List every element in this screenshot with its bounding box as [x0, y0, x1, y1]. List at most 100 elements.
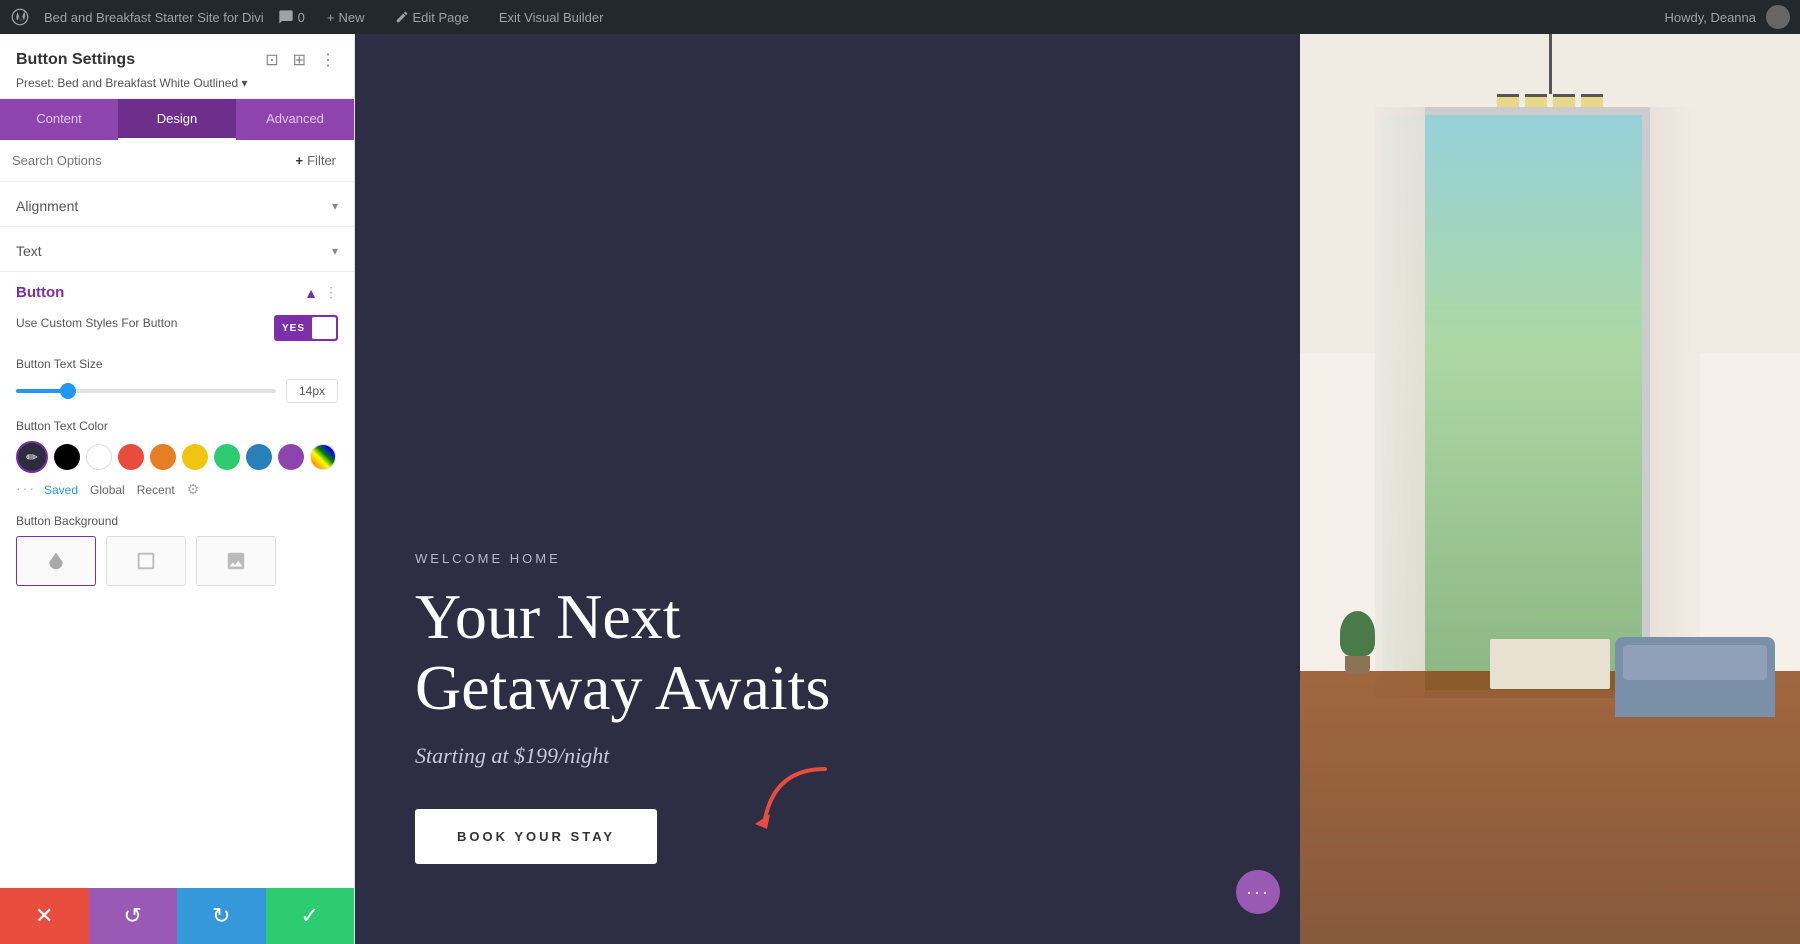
chandelier-rod [1549, 34, 1552, 94]
global-tab[interactable]: Global [90, 483, 125, 497]
filter-label: Filter [307, 153, 336, 168]
floating-dots-button[interactable]: ··· [1236, 870, 1280, 914]
bg-color-btn[interactable] [16, 536, 96, 586]
color-swatch-purple[interactable] [278, 444, 304, 470]
comments-btn[interactable]: 0 [278, 9, 305, 25]
slider-track[interactable] [16, 389, 276, 393]
hero-left: WELCOME HOME Your Next Getaway Awaits St… [355, 34, 1300, 944]
text-chevron-icon: ▾ [332, 244, 338, 258]
hero-content: WELCOME HOME Your Next Getaway Awaits St… [415, 551, 830, 864]
bg-image-btn[interactable] [196, 536, 276, 586]
save-button[interactable]: ✓ [266, 888, 355, 944]
hero-right-image [1300, 34, 1800, 944]
filter-btn[interactable]: + Filter [290, 150, 342, 171]
bg-section: Button Background [16, 514, 338, 586]
redo-button[interactable]: ↻ [177, 888, 266, 944]
user-avatar[interactable] [1766, 5, 1790, 29]
tab-content[interactable]: Content [0, 99, 118, 140]
search-row: + Filter [0, 140, 354, 182]
admin-bar-left: Bed and Breakfast Starter Site for Divi … [10, 6, 1648, 29]
save-icon: ✓ [301, 903, 319, 929]
text-size-row: Button Text Size 14px [16, 357, 338, 403]
exit-builder-btn[interactable]: Exit Visual Builder [491, 6, 612, 29]
admin-bar-right: Howdy, Deanna [1664, 5, 1790, 29]
slider-thumb[interactable] [60, 383, 76, 399]
book-stay-button[interactable]: BOOK YOUR STAY [415, 809, 657, 864]
slider-value[interactable]: 14px [286, 379, 338, 403]
edit-page-label: Edit Page [413, 10, 469, 25]
close-button[interactable]: ✕ [0, 888, 89, 944]
panel-columns-icon[interactable]: ⊞ [291, 48, 308, 72]
panel-more-icon[interactable]: ⋮ [318, 48, 338, 72]
curtain-right [1650, 107, 1700, 699]
search-input[interactable] [12, 153, 282, 168]
color-gradient-btn[interactable] [310, 444, 336, 470]
dots-icon: ··· [1246, 882, 1270, 903]
wordpress-logo-icon[interactable] [10, 7, 30, 27]
recent-tab[interactable]: Recent [137, 483, 175, 497]
welcome-tag: WELCOME HOME [415, 551, 830, 566]
edit-page-btn[interactable]: Edit Page [387, 6, 477, 29]
main-layout: Button Settings ⊡ ⊞ ⋮ Preset: Bed and Br… [0, 34, 1800, 944]
undo-button[interactable]: ↺ [89, 888, 178, 944]
sofa-cushion [1623, 645, 1767, 680]
color-swatches-row: ✏ [16, 441, 338, 473]
panel-header: Button Settings ⊡ ⊞ ⋮ Preset: Bed and Br… [0, 34, 354, 99]
preset-chevron[interactable]: ▾ [241, 76, 247, 90]
more-colors-icon[interactable]: ··· [16, 480, 36, 496]
text-section-header[interactable]: Text ▾ [0, 226, 354, 271]
hero-section: WELCOME HOME Your Next Getaway Awaits St… [355, 34, 1800, 944]
canvas-area: WELCOME HOME Your Next Getaway Awaits St… [355, 34, 1800, 944]
button-more-icon[interactable]: ⋮ [324, 284, 338, 301]
color-swatch-black[interactable] [54, 444, 80, 470]
close-icon: ✕ [35, 903, 53, 929]
new-label: New [338, 10, 364, 25]
text-title: Text [16, 243, 42, 259]
tab-design[interactable]: Design [118, 99, 236, 140]
new-btn[interactable]: + New [319, 6, 373, 29]
site-name[interactable]: Bed and Breakfast Starter Site for Divi [44, 10, 264, 25]
bg-gradient-btn[interactable] [106, 536, 186, 586]
color-swatch-yellow[interactable] [182, 444, 208, 470]
toggle-yes-label: YES [274, 323, 305, 334]
color-swatch-green[interactable] [214, 444, 240, 470]
preset-text: Preset: Bed and Breakfast White Outlined [16, 76, 238, 90]
coffee-table [1490, 639, 1610, 689]
panel-title-icons: ⊡ ⊞ ⋮ [263, 48, 338, 72]
custom-styles-label: Use Custom Styles For Button [16, 315, 177, 332]
button-section-controls: ▲ ⋮ [304, 284, 338, 301]
saved-tab[interactable]: Saved [44, 483, 78, 497]
color-tag-row: Saved Global Recent ⚙ [44, 481, 199, 498]
tab-advanced[interactable]: Advanced [236, 99, 354, 140]
button-collapse-icon[interactable]: ▲ [304, 285, 318, 301]
hero-subtitle: Starting at $199/night [415, 743, 830, 769]
color-swatch-blue[interactable] [246, 444, 272, 470]
bg-btn-row [16, 536, 338, 586]
custom-styles-toggle[interactable]: YES [274, 315, 338, 341]
color-swatch-white[interactable] [86, 444, 112, 470]
panel-content: Alignment ▾ Text ▾ Button ▲ ⋮ [0, 182, 354, 888]
undo-icon: ↺ [124, 903, 142, 929]
plant [1340, 611, 1375, 671]
sofa [1615, 637, 1775, 717]
panel-tabs: Content Design Advanced [0, 99, 354, 140]
text-color-label: Button Text Color [16, 419, 338, 433]
bottom-toolbar: ✕ ↺ ↻ ✓ [0, 888, 354, 944]
plant-leaves [1340, 611, 1375, 656]
color-settings-icon[interactable]: ⚙ [187, 481, 200, 498]
alignment-title: Alignment [16, 198, 78, 214]
bg-label: Button Background [16, 514, 338, 528]
alignment-chevron-icon: ▾ [332, 199, 338, 213]
plant-pot [1345, 656, 1370, 674]
panel-preset: Preset: Bed and Breakfast White Outlined… [16, 76, 338, 90]
color-swatch-orange[interactable] [150, 444, 176, 470]
panel-resize-icon[interactable]: ⊡ [263, 48, 280, 72]
slider-input-row: 14px [16, 379, 338, 403]
redo-icon: ↻ [212, 903, 230, 929]
admin-bar: Bed and Breakfast Starter Site for Divi … [0, 0, 1800, 34]
color-swatch-red[interactable] [118, 444, 144, 470]
alignment-section-header[interactable]: Alignment ▾ [0, 182, 354, 226]
button-section-title: Button [16, 284, 64, 301]
color-picker-btn[interactable]: ✏ [16, 441, 48, 473]
exit-builder-label: Exit Visual Builder [499, 10, 604, 25]
